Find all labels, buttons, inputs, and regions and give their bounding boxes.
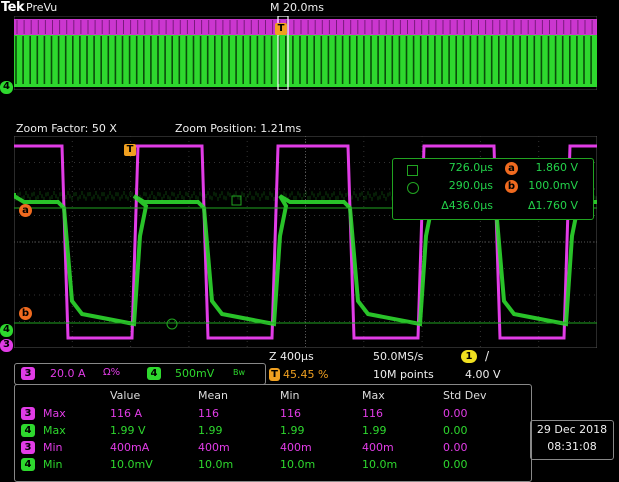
cursor-b-tag: b <box>505 179 518 197</box>
measurement-min: 400m <box>280 441 312 454</box>
overview-ch3-band <box>14 19 597 35</box>
measurement-header-row: Value Mean Min Max Std Dev <box>15 389 531 403</box>
measurement-mean: 116 <box>198 407 219 420</box>
cursor-a-tag: a <box>505 161 518 179</box>
acquisition-mode: PreVu <box>26 1 58 14</box>
measurement-mean: 1.99 <box>198 424 223 437</box>
header-max: Max <box>362 389 385 402</box>
measurement-name: Min <box>43 458 63 471</box>
measurement-table[interactable]: Value Mean Min Max Std Dev 3 Max 116 A 116 1… <box>14 384 532 482</box>
measurement-std-dev: 0.00 <box>443 441 468 454</box>
measurement-value: 10.0mV <box>110 458 153 471</box>
measurement-max: 10.0m <box>362 458 398 471</box>
header-std-dev: Std Dev <box>443 389 487 402</box>
cursor-readout-panel[interactable]: 726.0µs a 1.860 V 290.0µs b 100.0mV Δ436… <box>392 158 594 220</box>
cursor-v1: 1.860 V <box>535 161 578 174</box>
zoom-timebase[interactable]: Z 400µs <box>269 350 314 363</box>
timebase-trigger-panel[interactable]: Z 400µs 50.0MS/s 1 / T 45.45 % 10M point… <box>265 348 525 384</box>
measurement-value: 1.99 V <box>110 424 146 437</box>
top-status-bar: Tek PreVu M 20.0ms <box>0 0 619 16</box>
measurement-min: 1.99 <box>280 424 305 437</box>
measurement-channel-badge: 4 <box>21 458 35 471</box>
measurement-max: 1.99 <box>362 424 387 437</box>
measurement-max: 400m <box>362 441 394 454</box>
measurement-min: 116 <box>280 407 301 420</box>
overview-ch3-trace <box>14 19 597 35</box>
measurement-row[interactable]: 3 Max 116 A 116 116 116 0.00 <box>15 407 531 421</box>
measurement-mean: 400m <box>198 441 230 454</box>
cursor-v2: 100.0mV <box>528 179 578 192</box>
date: 29 Dec 2018 <box>536 423 608 436</box>
measurement-row[interactable]: 4 Max 1.99 V 1.99 1.99 1.99 0.00 <box>15 424 531 438</box>
measurement-min: 10.0m <box>280 458 316 471</box>
cursor-delta-v: Δ1.760 V <box>527 199 578 212</box>
cursor-t2-row <box>407 181 419 199</box>
trigger-position-icon: T <box>269 368 280 381</box>
cursor-t1: 726.0µs <box>448 161 493 174</box>
trigger-position[interactable]: 45.45 % <box>283 368 328 381</box>
ch4-scale[interactable]: 500mV <box>175 367 214 380</box>
time: 08:31:08 <box>547 440 597 453</box>
measurement-name: Min <box>43 441 63 454</box>
trigger-source-badge[interactable]: 1 <box>461 350 477 363</box>
sample-rate: 50.0MS/s <box>373 350 424 363</box>
measurement-max: 116 <box>362 407 383 420</box>
measurement-channel-badge: 3 <box>21 441 35 454</box>
measurement-std-dev: 0.00 <box>443 458 468 471</box>
header-value: Value <box>110 389 141 402</box>
header-mean: Mean <box>198 389 228 402</box>
record-length: 10M points <box>373 368 434 381</box>
channel-status-bar[interactable]: 3 20.0 A Ω% 4 500mV Bw <box>14 363 266 385</box>
cursor-t2: 290.0µs <box>448 179 493 192</box>
measurement-name: Max <box>43 407 66 420</box>
cursor-b-badge: b <box>505 180 518 193</box>
trigger-slope-icon: / <box>485 349 490 363</box>
header-min: Min <box>280 389 300 402</box>
ch3-coupling: Ω% <box>103 367 121 378</box>
ch3-scale[interactable]: 20.0 A <box>50 367 86 380</box>
square-cursor-icon <box>407 164 418 176</box>
measurement-std-dev: 0.00 <box>443 407 468 420</box>
cursor-a-badge: a <box>505 162 518 175</box>
measurement-value: 400mA <box>110 441 150 454</box>
zoom-trigger-marker: T <box>124 144 136 156</box>
ch4-badge[interactable]: 4 <box>147 367 161 380</box>
ch4-ground-marker[interactable]: 4 <box>0 324 13 337</box>
trigger-level[interactable]: 4.00 V <box>465 368 501 381</box>
ch3-ground-marker[interactable]: 3 <box>0 339 13 352</box>
measurement-row[interactable]: 4 Min 10.0mV 10.0m 10.0m 10.0m 0.00 <box>15 458 531 472</box>
date-time-display: 29 Dec 2018 08:31:08 <box>530 420 614 460</box>
overview-waveform-window[interactable] <box>14 16 597 90</box>
ch4-bandwidth-icon: Bw <box>233 368 246 377</box>
horizontal-scale-readout[interactable]: M 20.0ms <box>270 1 324 14</box>
measurement-std-dev: 0.00 <box>443 424 468 437</box>
cursor-t1-row <box>407 163 418 181</box>
cursor-delta-t: Δ436.0µs <box>441 199 493 212</box>
measurement-name: Max <box>43 424 66 437</box>
overview-ch4-trace <box>14 35 597 87</box>
overview-ch4-marker[interactable]: 4 <box>0 81 13 94</box>
measurement-channel-badge: 4 <box>21 424 35 437</box>
cursor-a-marker[interactable]: a <box>19 204 32 217</box>
measurement-row[interactable]: 3 Min 400mA 400m 400m 400m 0.00 <box>15 441 531 455</box>
ch3-badge[interactable]: 3 <box>21 367 35 380</box>
measurement-mean: 10.0m <box>198 458 234 471</box>
cursor-b-marker[interactable]: b <box>19 307 32 320</box>
measurement-channel-badge: 3 <box>21 407 35 420</box>
overview-trigger-marker: T <box>275 23 287 35</box>
measurement-value: 116 A <box>110 407 143 420</box>
circle-cursor-icon <box>407 182 419 194</box>
zoom-factor: Zoom Factor: 50 X <box>16 122 117 135</box>
zoom-position: Zoom Position: 1.21ms <box>175 122 302 135</box>
tek-logo: Tek <box>1 0 25 15</box>
